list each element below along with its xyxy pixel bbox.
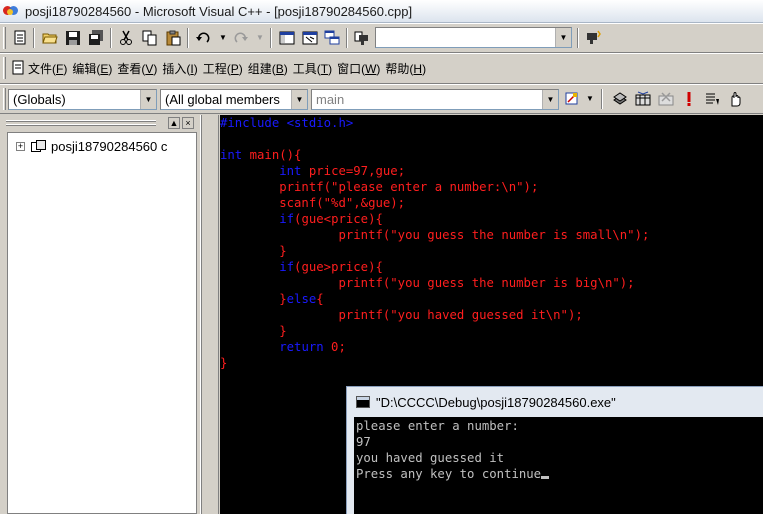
save-all-icon[interactable] xyxy=(86,28,106,48)
code-line[interactable]: }else{ xyxy=(220,291,649,307)
menu-items: 文件(F) 编辑(E) 查看(V) 插入(I) 工程(P) 组建(B) 工具(T) 窗口(W)… xyxy=(28,60,431,77)
console-title-bar[interactable]: "D:\CCCC\Debug\posji18790284560.exe" xyxy=(347,387,763,417)
tree-item-label: posji18790284560 c xyxy=(51,139,168,154)
menu-item-f[interactable]: 文件(F) xyxy=(28,60,72,77)
title-bar: posji18790284560 - Microsoft Visual C++ … xyxy=(0,0,763,23)
workspace-icon[interactable] xyxy=(277,28,297,48)
code-line[interactable]: if(gue<price){ xyxy=(220,211,649,227)
menu-item-p[interactable]: 工程(P) xyxy=(203,60,248,77)
find-combo[interactable]: ▼ xyxy=(375,27,572,48)
execute-icon[interactable] xyxy=(679,89,699,109)
toolbar-grip[interactable] xyxy=(3,88,6,110)
code-text[interactable]: #include <stdio.h> int main(){ int price… xyxy=(220,115,649,371)
insert-breakpoint-icon[interactable] xyxy=(702,89,722,109)
console-line: please enter a number: xyxy=(356,419,519,433)
console-cursor xyxy=(541,476,550,479)
undo-icon[interactable] xyxy=(193,28,213,48)
code-line[interactable]: printf("you guess the number is big\n"); xyxy=(220,275,649,291)
find-icon[interactable] xyxy=(583,28,603,48)
tree-item-project[interactable]: + posji18790284560 c xyxy=(16,139,167,154)
code-line[interactable]: int main(){ xyxy=(220,147,649,163)
code-line[interactable]: if(gue>price){ xyxy=(220,259,649,275)
wizard-action-icon[interactable] xyxy=(562,89,582,109)
console-output[interactable]: please enter a number: 97 you haved guesse… xyxy=(354,417,763,514)
project-icon xyxy=(31,139,47,154)
menu-bar: 文件(F) 编辑(E) 查看(V) 插入(I) 工程(P) 组建(B) 工具(T) 窗口(W)… xyxy=(0,53,763,84)
code-line[interactable]: printf("you guess the number is small\n"… xyxy=(220,227,649,243)
code-line[interactable] xyxy=(220,131,649,147)
chevron-down-icon[interactable]: ▼ xyxy=(555,28,571,47)
menu-item-e[interactable]: 编辑(E) xyxy=(72,60,117,77)
undo-dropdown-icon[interactable]: ▼ xyxy=(213,28,233,48)
build-icon[interactable] xyxy=(633,89,653,109)
console-line: Press any key to continue xyxy=(356,466,550,482)
menu-item-h[interactable]: 帮助(H) xyxy=(385,60,431,77)
console-title: "D:\CCCC\Debug\posji18790284560.exe" xyxy=(376,394,616,410)
members-combo-value[interactable]: (All global members xyxy=(161,92,291,107)
code-line[interactable]: scanf("%d",&gue); xyxy=(220,195,649,211)
code-line[interactable]: } xyxy=(220,243,649,259)
workspace-pane: ▲ × + posji18790284560 c xyxy=(0,115,200,514)
code-line[interactable]: printf("please enter a number:\n"); xyxy=(220,179,649,195)
function-combo[interactable]: main ▼ xyxy=(311,89,559,110)
go-icon[interactable] xyxy=(725,89,745,109)
members-combo[interactable]: (All global members ▼ xyxy=(160,89,308,110)
console-text: please enter a number: 97 you haved guesse… xyxy=(356,418,550,482)
code-line[interactable]: } xyxy=(220,323,649,339)
console-icon[interactable] xyxy=(356,396,370,408)
console-line: you haved guessed it xyxy=(356,451,505,465)
stop-build-icon xyxy=(656,89,676,109)
menu-item-w[interactable]: 窗口(W) xyxy=(337,60,385,77)
toolbar-grip[interactable] xyxy=(3,27,6,49)
copy-icon[interactable] xyxy=(140,28,160,48)
code-line[interactable]: #include <stdio.h> xyxy=(220,115,649,131)
expand-icon[interactable]: + xyxy=(16,142,25,151)
compile-icon[interactable] xyxy=(610,89,630,109)
function-combo-value[interactable]: main xyxy=(312,92,542,107)
console-window[interactable]: "D:\CCCC\Debug\posji18790284560.exe" ple… xyxy=(346,386,763,514)
wizard-bar: (Globals) ▼ (All global members ▼ main ▼… xyxy=(0,84,763,114)
toolbar-grip[interactable] xyxy=(3,57,6,79)
find-in-files-icon[interactable] xyxy=(352,28,372,48)
close-icon[interactable]: × xyxy=(182,117,194,129)
code-line[interactable]: return 0; xyxy=(220,339,649,355)
menu-item-i[interactable]: 插入(I) xyxy=(162,60,202,77)
chevron-down-icon[interactable]: ▼ xyxy=(140,90,156,109)
workspace-tree[interactable]: + posji18790284560 c xyxy=(7,132,197,514)
chevron-down-icon[interactable]: ▼ xyxy=(542,90,558,109)
window-title: posji18790284560 - Microsoft Visual C++ … xyxy=(25,3,413,19)
redo-icon xyxy=(231,28,251,48)
menu-item-t[interactable]: 工具(T) xyxy=(293,60,337,77)
console-line: 97 xyxy=(356,435,371,449)
new-text-file-icon[interactable] xyxy=(10,28,30,48)
menu-document-icon[interactable] xyxy=(8,58,28,78)
wizard-action-dropdown-icon[interactable]: ▼ xyxy=(580,89,600,109)
code-line[interactable]: } xyxy=(220,355,649,371)
workspace-header[interactable]: ▲ × xyxy=(6,117,196,129)
code-line[interactable]: printf("you haved guessed it\n"); xyxy=(220,307,649,323)
save-icon[interactable] xyxy=(63,28,83,48)
menu-item-v[interactable]: 查看(V) xyxy=(117,60,162,77)
cut-icon[interactable] xyxy=(116,28,136,48)
scope-combo[interactable]: (Globals) ▼ xyxy=(8,89,157,110)
app-icon[interactable] xyxy=(3,3,19,19)
chevron-down-icon[interactable]: ▼ xyxy=(291,90,307,109)
open-folder-icon[interactable] xyxy=(40,28,60,48)
paste-icon[interactable] xyxy=(163,28,183,48)
redo-dropdown-icon: ▼ xyxy=(256,33,264,42)
scope-combo-value[interactable]: (Globals) xyxy=(9,92,140,107)
restore-icon[interactable]: ▲ xyxy=(168,117,180,129)
pane-splitter[interactable] xyxy=(200,115,220,514)
output-icon[interactable] xyxy=(300,28,320,48)
window-list-icon[interactable] xyxy=(322,28,342,48)
code-line[interactable]: int price=97,gue; xyxy=(220,163,649,179)
standard-toolbar: ▼ ▼ ▼ xyxy=(0,23,763,53)
menu-item-b[interactable]: 组建(B) xyxy=(248,60,293,77)
